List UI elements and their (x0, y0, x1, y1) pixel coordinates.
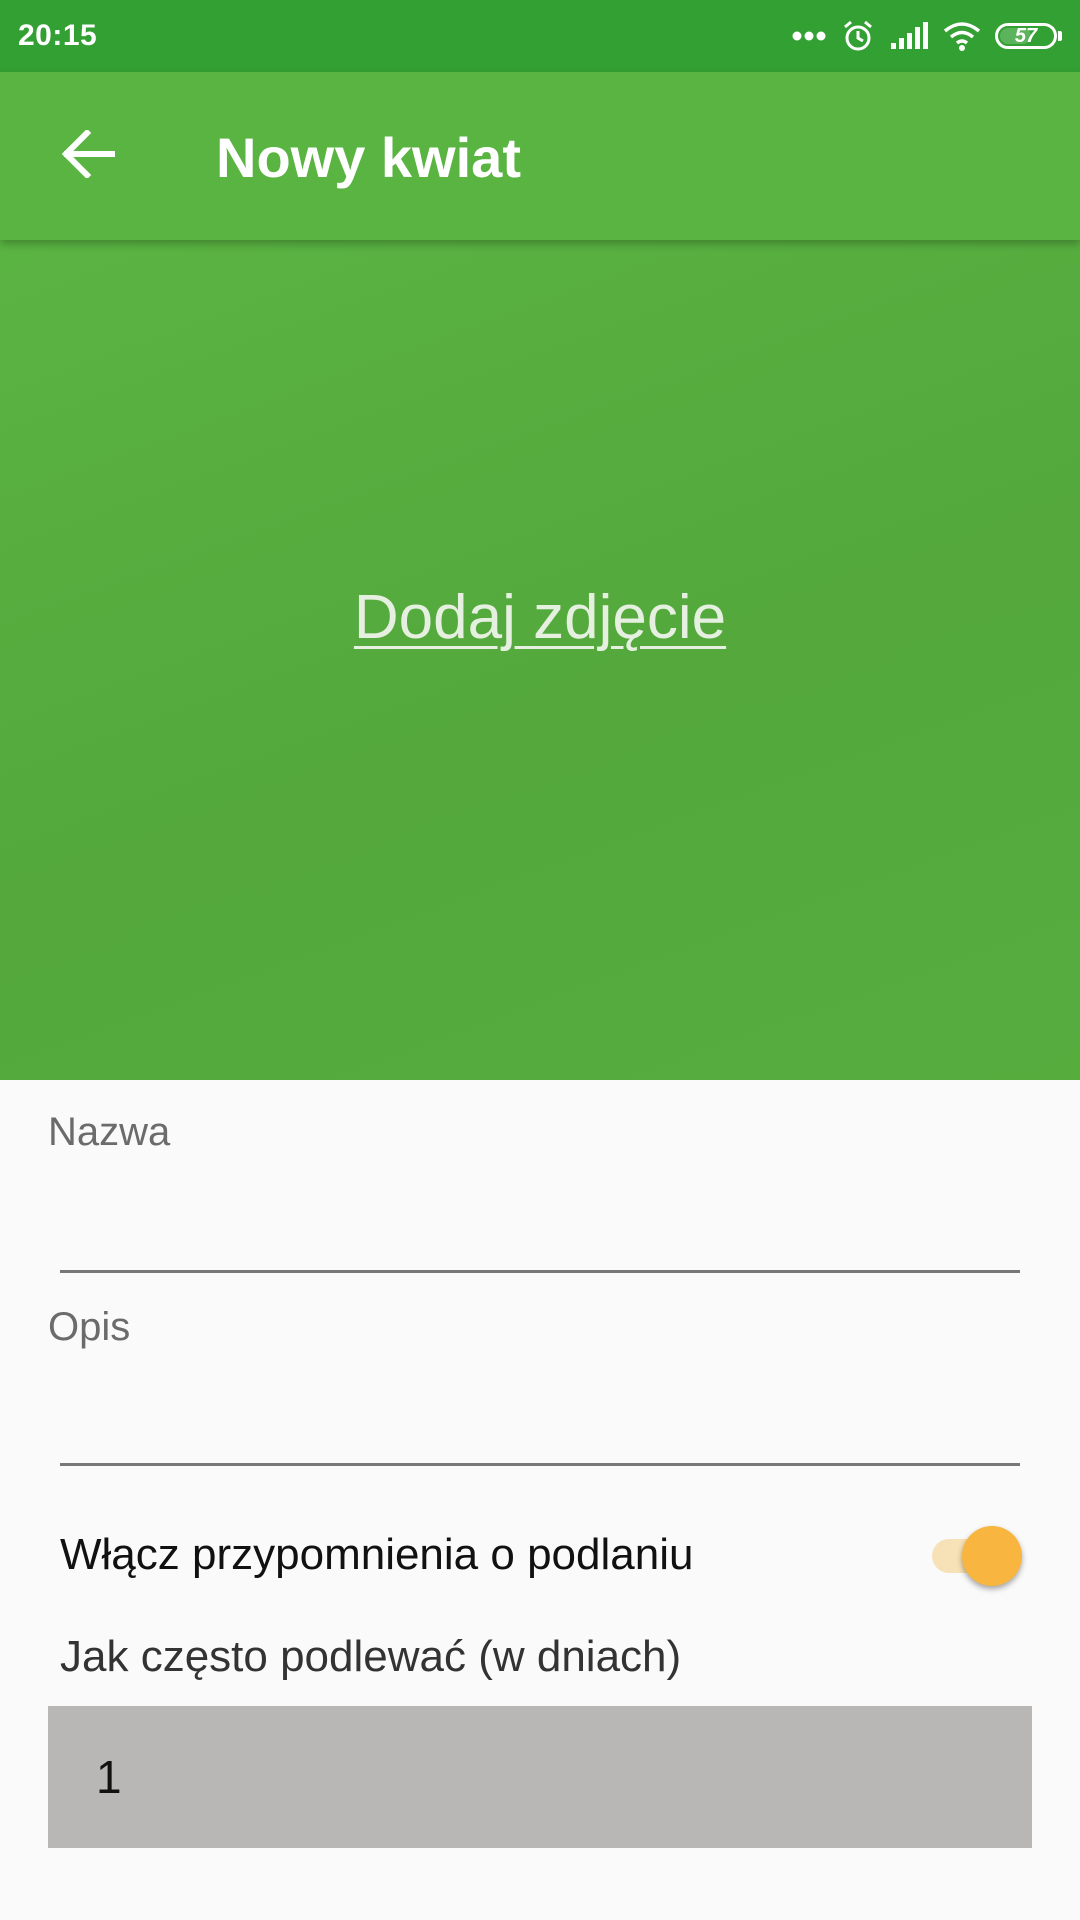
description-input[interactable] (60, 1403, 1020, 1466)
frequency-label: Jak często podlewać (w dniach) (60, 1632, 682, 1681)
photo-area[interactable]: Dodaj zdjęcie (0, 240, 1080, 1080)
name-label: Nazwa (48, 1110, 171, 1154)
reminder-switch[interactable] (920, 1520, 1022, 1590)
more-dots-icon (791, 30, 827, 42)
battery-icon: 57 (995, 23, 1062, 49)
signal-icon (889, 21, 929, 51)
switch-thumb (962, 1526, 1022, 1586)
description-label: Opis (48, 1305, 131, 1349)
wifi-icon (943, 21, 981, 51)
name-input[interactable] (60, 1210, 1020, 1273)
status-time: 20:15 (18, 19, 98, 52)
add-photo-link[interactable]: Dodaj zdjęcie (354, 582, 726, 653)
battery-tip (1058, 31, 1062, 41)
back-button[interactable] (40, 108, 136, 204)
frequency-input[interactable]: 1 (48, 1706, 1032, 1848)
page-title: Nowy kwiat (216, 126, 521, 189)
battery-indicator: 57 (995, 23, 1057, 49)
reminder-row: Włącz przypomnienia o podlaniu (60, 1520, 1022, 1590)
frequency-value: 1 (96, 1751, 122, 1803)
app-bar: Nowy kwiat (0, 72, 1080, 240)
status-bar: 20:15 57 (0, 0, 1080, 72)
arrow-back-icon (61, 128, 116, 183)
battery-level: 57 (1014, 24, 1038, 47)
status-icons: 57 (791, 19, 1062, 53)
alarm-icon (841, 19, 875, 53)
reminder-label: Włącz przypomnienia o podlaniu (60, 1530, 694, 1579)
